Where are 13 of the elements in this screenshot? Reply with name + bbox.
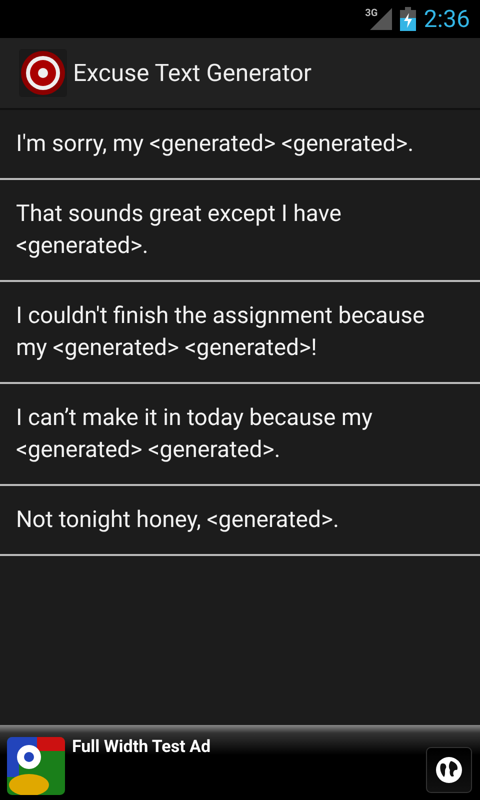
excuse-item[interactable]: That sounds great except I have <generated>. bbox=[16, 198, 456, 262]
excuse-item[interactable]: Not tonight honey, <generated>. bbox=[16, 504, 456, 536]
browser-button[interactable] bbox=[426, 747, 472, 793]
excuse-item[interactable]: I can’t make it in today because my <generated> <generated>. bbox=[16, 402, 456, 466]
battery-icon bbox=[400, 7, 416, 31]
excuse-item[interactable]: I'm sorry, my <generated> <generated>. bbox=[16, 128, 456, 160]
excuse-item[interactable]: I couldn't finish the assignment because my <generated> <generated>! bbox=[16, 300, 456, 364]
network-type: 3G bbox=[365, 8, 378, 19]
ad-title[interactable]: Full Width Test Ad bbox=[72, 737, 419, 757]
ad-logo-icon[interactable] bbox=[7, 737, 65, 795]
app-icon[interactable] bbox=[19, 49, 67, 97]
app-title: Excuse Text Generator bbox=[73, 59, 312, 87]
clock: 2:36 bbox=[424, 5, 470, 33]
